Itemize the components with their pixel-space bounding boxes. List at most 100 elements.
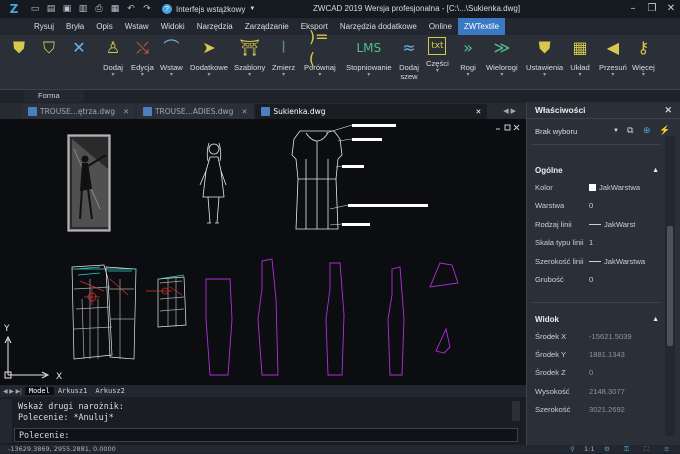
ribbon-button-czesci[interactable]: txt Części ▾ <box>426 37 449 74</box>
ribbon: ⛊ ⛉ ✕ ♙ Dodaj ▾ ⤯ Edycja ▾ ⌒ Wstaw ▾ ➤ D… <box>0 27 680 90</box>
save-icon[interactable]: ▣ <box>60 2 74 16</box>
ribbon-button-przesun[interactable]: ◀ Przesuń ▾ <box>599 37 627 78</box>
quick-select-icon[interactable]: ⚡ <box>659 125 670 136</box>
ribbon-label-uklad: Układ <box>570 63 590 72</box>
doc-tab-2[interactable]: TROUSE...ADIES.dwg ✕ <box>136 104 254 119</box>
menu-opis[interactable]: Opis <box>90 18 118 35</box>
ribbon-label-czesci: Części <box>426 59 449 68</box>
workspace-selector[interactable]: ? Interfejs wstążkowy ▼ <box>162 4 255 14</box>
selection-dropdown[interactable]: Brak wyboru ▼ <box>531 124 619 138</box>
scale-readout[interactable]: 1:1 <box>584 445 594 453</box>
prop-row-kolor[interactable]: Kolor JakWarstwa <box>527 178 665 196</box>
scrollbar-thumb[interactable] <box>667 226 673 346</box>
command-grip[interactable] <box>0 399 12 443</box>
prop-value: JakWarst <box>589 220 665 229</box>
prop-value: 0 <box>589 200 594 210</box>
undo-icon[interactable]: ↶ <box>124 2 138 16</box>
settings-shirt-icon: ⛊ <box>538 38 551 57</box>
layout-tab-arkusz2[interactable]: Arkusz2 <box>91 387 129 395</box>
prop-key: Szerokość linii <box>535 256 584 266</box>
redo-icon[interactable]: ↷ <box>140 2 154 16</box>
ribbon-button-rogi[interactable]: » Rogi ▾ <box>457 37 479 78</box>
ribbon-button-shirt-add[interactable]: ⛉ <box>38 37 60 59</box>
menu-zarzadzanie[interactable]: Zarządzanie <box>239 18 295 35</box>
select-objects-icon[interactable]: ⊕ <box>643 125 651 136</box>
toggle-pickadd-icon[interactable]: ⧉ <box>627 125 633 136</box>
ribbon-button-uklad[interactable]: ▦ Układ ▾ <box>569 37 591 78</box>
ribbon-button-zmierz[interactable]: ⦚ Zmierz ▾ <box>272 37 295 78</box>
menu-zwtextile[interactable]: ZWTextile <box>457 18 506 35</box>
dropdown-arrow-icon: ▾ <box>435 68 439 74</box>
document-tabs: TROUSE...ętrza.dwg ✕ TROUSE...ADIES.dwg … <box>0 103 526 119</box>
workspace-icon[interactable]: ⚙ <box>604 445 610 453</box>
annotation-leaders <box>325 124 353 226</box>
prop-row-srodek-y[interactable]: Środek Y 1881.1343 <box>527 345 665 363</box>
ribbon-button-edycja[interactable]: ⤯ Edycja ▾ <box>131 37 154 78</box>
print-icon[interactable]: ⎙ <box>92 2 106 16</box>
prop-key: Warstwa <box>535 200 565 210</box>
menu-narzedzia-dodatkowe[interactable]: Narzędzia dodatkowe <box>334 18 423 35</box>
open-file-icon[interactable]: ▤ <box>44 2 58 16</box>
command-scrollbar[interactable] <box>512 401 520 421</box>
properties-title-text: Właściwości <box>535 105 586 115</box>
prop-row-wysokosc[interactable]: Wysokość 2148.3077 <box>527 382 665 400</box>
tab-scroll-icon[interactable]: ◀ ▶ <box>503 107 516 115</box>
prop-key: Środek Y <box>535 349 567 359</box>
ucs-axis-icon <box>4 335 50 379</box>
tab-close-icon[interactable]: ✕ <box>241 108 247 116</box>
layout-tab-model[interactable]: Model <box>24 387 54 395</box>
prop-row-grubosc[interactable]: Grubość 0 <box>527 270 665 288</box>
dropdown-arrow-icon: ▾ <box>500 72 504 78</box>
ribbon-button-ustawienia[interactable]: ⛊ Ustawienia ▾ <box>526 37 563 78</box>
layout-nav-icon[interactable]: ◀ ▶ ▶| <box>0 388 25 395</box>
doc-tab-3[interactable]: Sukienka.dwg ✕ <box>255 104 488 119</box>
ribbon-button-wielorogi[interactable]: ≫ Wielorogi ▾ <box>486 37 518 78</box>
layout-tab-arkusz1[interactable]: Arkusz1 <box>54 387 92 395</box>
menu-bryla[interactable]: Bryła <box>60 18 90 35</box>
prop-row-warstwa[interactable]: Warstwa 0 <box>527 196 665 214</box>
drawing-canvas[interactable]: Y X <box>0 119 526 385</box>
doc-tab-1[interactable]: TROUSE...ętrza.dwg ✕ <box>22 104 135 119</box>
zw-logo-icon[interactable]: Z <box>0 0 28 18</box>
command-input[interactable]: Polecenie: <box>14 428 518 442</box>
annotation-icon[interactable]: ⚲ <box>570 445 575 453</box>
ribbon-button-dodaj[interactable]: ♙ Dodaj ▾ <box>102 37 124 78</box>
maximize-button[interactable]: ❐ <box>643 1 661 17</box>
properties-scrollbar[interactable] <box>665 136 675 436</box>
dropdown-arrow-icon: ▾ <box>466 72 470 78</box>
menu-narzedzia[interactable]: Narzędzia <box>191 18 239 35</box>
tab-close-icon[interactable]: ✕ <box>475 108 481 116</box>
minimize-button[interactable]: – <box>624 1 642 17</box>
close-icon[interactable]: ✕ <box>664 105 672 116</box>
ribbon-button-shirt-delete[interactable]: ✕ <box>68 37 90 59</box>
ribbon-button-shirt[interactable]: ⛊ <box>8 37 30 59</box>
save-as-icon[interactable]: ▥ <box>76 2 90 16</box>
tab-close-icon[interactable]: ✕ <box>123 108 129 116</box>
new-file-icon[interactable]: ▭ <box>28 2 42 16</box>
ribbon-button-szablony[interactable]: ⛩ Szablony ▾ <box>234 37 265 78</box>
prop-row-srodek-x[interactable]: Środek X -15621.5039 <box>527 327 665 345</box>
menu-widoki[interactable]: Widoki <box>155 18 191 35</box>
section-view-header[interactable]: Widok ▲ <box>527 312 665 326</box>
viewport-controls[interactable] <box>496 124 520 131</box>
ribbon-button-stopniowanie[interactable]: LMS Stopniowanie ▾ <box>346 37 392 78</box>
arrow-right-icon: ➤ <box>202 38 216 57</box>
print-preview-icon[interactable]: ▦ <box>108 2 122 16</box>
customize-icon[interactable]: ≡ <box>664 445 669 453</box>
prop-row-rodzaj-linii[interactable]: Rodzaj linii JakWarst <box>527 215 665 233</box>
menu-online[interactable]: Online <box>423 18 458 35</box>
menu-rysuj[interactable]: Rysuj <box>28 18 60 35</box>
ribbon-button-porownaj[interactable]: )=( Porównaj ▾ <box>304 27 336 78</box>
prop-row-szerokosc[interactable]: Szerokość 3021.2692 <box>527 400 665 418</box>
ribbon-button-wiecej[interactable]: ⚷ Więcej ▾ <box>632 37 655 78</box>
section-general-header[interactable]: Ogólne ▲ <box>527 163 665 177</box>
menu-wstaw[interactable]: Wstaw <box>119 18 155 35</box>
close-button[interactable]: ✕ <box>662 1 680 17</box>
ribbon-button-dodaj-szew[interactable]: ≈ Dodaj szew <box>396 37 422 81</box>
prop-row-skala-typu-linii[interactable]: Skala typu linii 1 <box>527 233 665 251</box>
prop-row-srodek-z[interactable]: Środek Z 0 <box>527 363 665 381</box>
ribbon-button-dodatkowe[interactable]: ➤ Dodatkowe ▾ <box>190 37 228 78</box>
prop-row-szerokosc-linii[interactable]: Szerokość linii JakWarstwa <box>527 252 665 270</box>
dropdown-arrow-icon: ▾ <box>111 72 115 78</box>
ribbon-button-wstaw[interactable]: ⌒ Wstaw ▾ <box>160 37 183 78</box>
